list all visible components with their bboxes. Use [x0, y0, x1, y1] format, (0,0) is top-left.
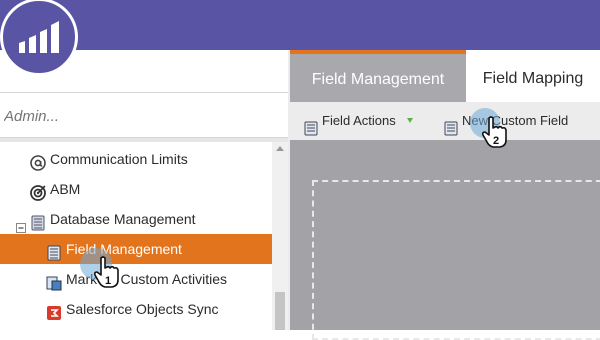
tree-item-label: ABM: [50, 181, 81, 197]
tree-item-label: Communication Limits: [50, 151, 188, 167]
field-actions-label: Field Actions: [322, 113, 396, 128]
sidebar-separator: [0, 138, 288, 142]
step-number-2: 2: [493, 135, 499, 147]
tab-field-management[interactable]: Field Management: [290, 50, 466, 102]
marketo-logo-icon: [19, 21, 59, 53]
drop-zone: [312, 180, 600, 340]
hand-cursor-icon: 1: [93, 256, 119, 288]
top-header-bar: [0, 0, 600, 50]
sidebar-scrollbar[interactable]: [272, 142, 288, 330]
dropdown-arrow-icon: [407, 118, 413, 123]
tree-item-label: Salesforce Objects Sync: [66, 301, 219, 317]
field-list-icon: [46, 241, 62, 261]
hand-cursor-icon: 2: [481, 116, 507, 148]
step-number-1: 1: [105, 275, 111, 287]
collapse-toggle-icon[interactable]: [16, 213, 26, 233]
scrollbar-thumb[interactable]: [275, 292, 285, 330]
tree-item-salesforce-objects-sync[interactable]: Salesforce Objects Sync: [0, 294, 272, 324]
target-icon: [30, 181, 46, 201]
scroll-up-arrow-icon[interactable]: [276, 146, 284, 151]
field-actions-menu[interactable]: Field Actions: [304, 102, 416, 140]
tree-item-marketo-custom-activities[interactable]: Marketo Custom Activities: [0, 264, 272, 294]
new-custom-field-button[interactable]: New Custom Field: [444, 102, 594, 140]
marketo-logo[interactable]: [0, 0, 78, 76]
field-toolbar: Field Actions New Custom Field: [290, 102, 600, 140]
tree-item-field-management[interactable]: Field Management: [0, 234, 272, 264]
new-field-icon: [444, 113, 458, 136]
tab-field-mapping[interactable]: Field Mapping: [466, 50, 600, 102]
admin-tree: Communication Limits ABM Database Manage…: [0, 144, 272, 330]
tree-item-communication-limits[interactable]: Communication Limits: [0, 144, 272, 174]
admin-search-box: [0, 92, 288, 138]
salesforce-sync-icon: [46, 301, 62, 320]
main-tabs: Field Management Field Mapping: [290, 50, 600, 102]
database-icon: [30, 211, 46, 231]
tree-item-label: Database Management: [50, 211, 196, 227]
field-canvas: [290, 140, 600, 340]
custom-activity-icon: [46, 271, 62, 291]
admin-search-input[interactable]: [2, 103, 276, 129]
tree-item-abm[interactable]: ABM: [0, 174, 272, 204]
tree-item-database-management[interactable]: Database Management: [0, 204, 272, 234]
field-actions-icon: [304, 113, 318, 136]
at-sign-icon: [30, 151, 46, 171]
